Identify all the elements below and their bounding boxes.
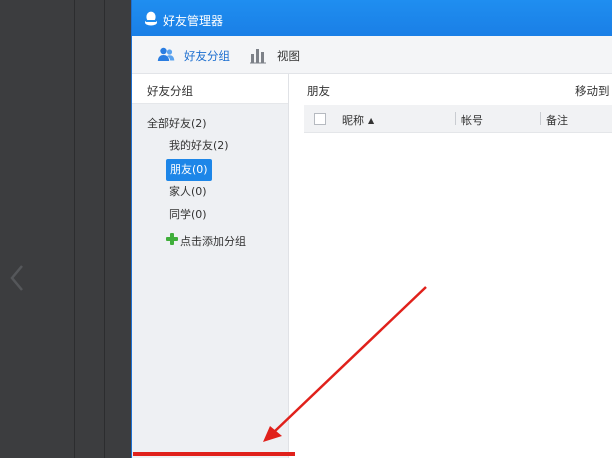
column-header-label: 昵称 — [342, 114, 364, 127]
sidebar-title: 好友分组 — [147, 84, 193, 98]
toolbar: 好友分组 视图 — [132, 36, 612, 74]
move-to-button[interactable]: 移动到 — [575, 83, 610, 99]
add-group-label: 点击添加分组 — [180, 235, 246, 248]
column-header-nickname[interactable]: 昵称 ▲ — [342, 112, 374, 128]
qq-penguin-icon — [145, 11, 157, 26]
toolbar-item-label: 好友分组 — [184, 49, 230, 63]
sidebar-item-friends[interactable]: 朋友(0) — [166, 159, 212, 181]
users-icon — [157, 47, 175, 61]
toolbar-item-label: 视图 — [277, 49, 300, 63]
current-group-title: 朋友 — [307, 84, 330, 98]
column-header-account[interactable]: 帐号 — [461, 112, 483, 128]
column-header-note[interactable]: 备注 — [546, 112, 568, 128]
chevron-left-icon[interactable] — [8, 262, 28, 294]
column-divider[interactable] — [455, 112, 456, 125]
select-all-checkbox[interactable] — [314, 113, 326, 125]
friend-table-header: 昵称 ▲ 帐号 备注 — [304, 105, 612, 133]
friend-list-header: 朋友 移动到 — [290, 74, 612, 104]
background-divider — [74, 0, 75, 458]
sidebar-item-classmates[interactable]: 同学(0) — [169, 206, 207, 224]
group-sidebar: 好友分组 全部好友(2) 我的好友(2) 朋友(0) 家人(0) 同学(0) 点… — [132, 74, 289, 458]
sort-ascending-icon: ▲ — [368, 116, 375, 125]
sidebar-header: 好友分组 — [132, 74, 288, 104]
sidebar-item-my-friends[interactable]: 我的好友(2) — [169, 137, 229, 155]
window-title: 好友管理器 — [163, 14, 224, 28]
sidebar-item-family[interactable]: 家人(0) — [169, 183, 207, 201]
window-titlebar[interactable]: 好友管理器 — [132, 0, 612, 36]
bar-chart-icon — [250, 49, 266, 64]
plus-icon — [166, 233, 178, 245]
sidebar-item-all-friends[interactable]: 全部好友(2) — [147, 115, 207, 133]
friend-manager-window: 好友管理器 好友分组 视图 好友分组 全部好友(2) 我的好友(2) 朋友(0)… — [131, 0, 612, 458]
background-divider — [104, 0, 105, 458]
friend-list-panel: 朋友 移动到 昵称 ▲ 帐号 备注 — [290, 74, 612, 458]
column-divider[interactable] — [540, 112, 541, 125]
